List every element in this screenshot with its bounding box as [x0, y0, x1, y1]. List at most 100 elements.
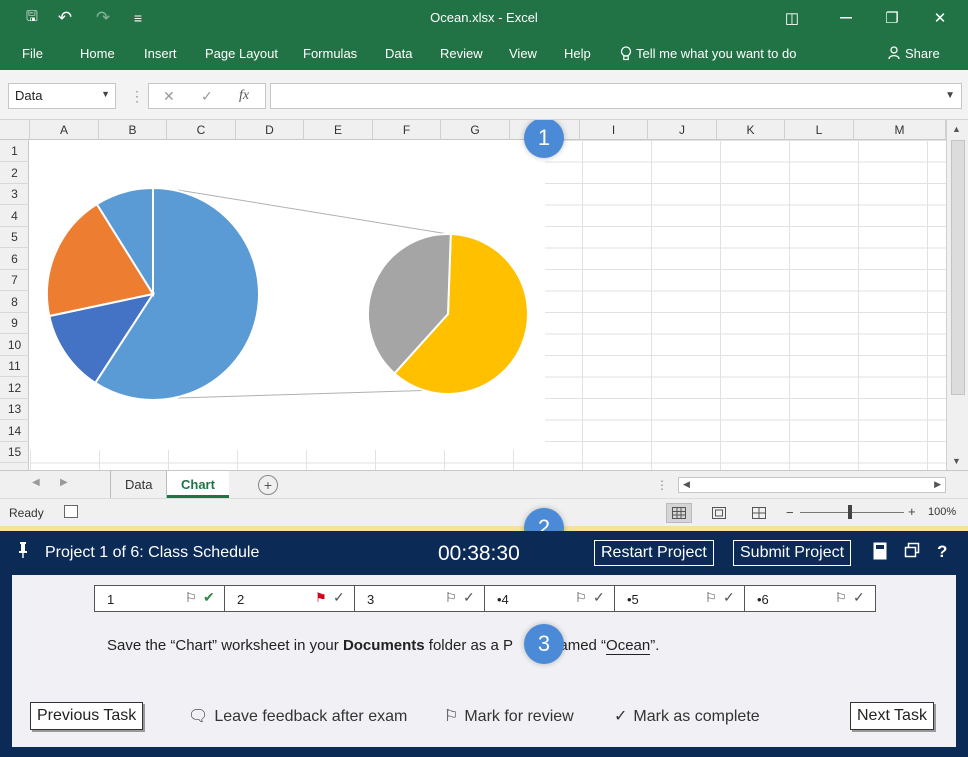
- column-header-m[interactable]: M: [854, 120, 946, 140]
- leave-feedback-link[interactable]: 🗨 Leave feedback after exam: [188, 706, 407, 726]
- row-header-1[interactable]: 1: [0, 140, 29, 162]
- checkmark-icon[interactable]: ✓: [333, 589, 345, 606]
- tab-page-layout[interactable]: Page Layout: [205, 46, 278, 61]
- tell-me-box[interactable]: Tell me what you want to do: [620, 46, 796, 61]
- flag-icon[interactable]: ⚑: [315, 590, 327, 606]
- task-tab-3[interactable]: 3 ⚐ ✓: [355, 586, 485, 611]
- window-toggle-icon[interactable]: [904, 542, 920, 563]
- flag-icon[interactable]: ⚐: [185, 590, 197, 606]
- column-header-g[interactable]: G: [441, 120, 510, 140]
- restore-icon[interactable]: ❐: [878, 6, 906, 30]
- row-header-3[interactable]: 3: [0, 183, 29, 205]
- column-header-a[interactable]: A: [30, 120, 99, 140]
- task-tab-4[interactable]: •4 ⚐ ✓: [485, 586, 615, 611]
- calculator-icon[interactable]: [873, 542, 887, 565]
- tab-home[interactable]: Home: [80, 46, 115, 61]
- horizontal-scrollbar[interactable]: ◀ ▶: [678, 477, 946, 493]
- tab-data[interactable]: Data: [385, 46, 412, 61]
- task-tab-2[interactable]: 2 ⚑ ✓: [225, 586, 355, 611]
- row-header-6[interactable]: 6: [0, 248, 29, 270]
- tab-help[interactable]: Help: [564, 46, 591, 61]
- scroll-left-icon[interactable]: ◀: [683, 479, 690, 490]
- row-header-12[interactable]: 12: [0, 377, 29, 399]
- vertical-scrollbar[interactable]: ▲ ▼: [946, 120, 968, 470]
- prev-sheet-icon[interactable]: ◀: [32, 477, 40, 488]
- column-header-i[interactable]: I: [580, 120, 648, 140]
- tab-insert[interactable]: Insert: [144, 46, 177, 61]
- row-header-15[interactable]: 15: [0, 441, 29, 463]
- select-all-corner[interactable]: [0, 120, 30, 140]
- chevron-down-icon[interactable]: ▼: [101, 89, 110, 99]
- zoom-out-button[interactable]: −: [786, 505, 794, 520]
- page-layout-view-icon[interactable]: [706, 503, 732, 523]
- enter-icon[interactable]: ✓: [201, 88, 213, 105]
- minimize-icon[interactable]: [832, 6, 860, 30]
- zoom-in-button[interactable]: +: [908, 504, 916, 519]
- row-header-2[interactable]: 2: [0, 162, 29, 184]
- close-icon[interactable]: ✕: [926, 6, 954, 30]
- flag-icon[interactable]: ⚐: [835, 590, 847, 606]
- macro-recording-icon[interactable]: [64, 505, 78, 518]
- row-header-13[interactable]: 13: [0, 398, 29, 420]
- next-task-button[interactable]: Next Task: [850, 702, 934, 730]
- flag-icon[interactable]: ⚐: [705, 590, 717, 606]
- row-header-14[interactable]: 14: [0, 420, 29, 442]
- add-sheet-icon[interactable]: +: [258, 475, 278, 495]
- task-tab-1[interactable]: 1 ⚐ ✔: [95, 586, 225, 611]
- insert-function-icon[interactable]: fx: [239, 88, 249, 104]
- restart-project-button[interactable]: Restart Project: [594, 540, 714, 566]
- normal-view-icon[interactable]: [666, 503, 692, 523]
- mark-as-complete-link[interactable]: ✓ Mark as complete: [614, 706, 760, 726]
- zoom-slider[interactable]: [800, 512, 904, 513]
- name-box[interactable]: Data ▼: [8, 83, 116, 109]
- column-header-k[interactable]: K: [717, 120, 785, 140]
- column-header-b[interactable]: B: [99, 120, 167, 140]
- checkmark-icon[interactable]: ✔: [203, 589, 215, 606]
- zoom-level[interactable]: 100%: [928, 506, 956, 518]
- expand-formula-icon[interactable]: ▼: [945, 90, 955, 101]
- flag-icon[interactable]: ⚐: [445, 590, 457, 606]
- row-header-4[interactable]: 4: [0, 205, 29, 227]
- column-header-j[interactable]: J: [648, 120, 717, 140]
- checkmark-icon[interactable]: ✓: [723, 589, 735, 606]
- checkmark-icon[interactable]: ✓: [593, 589, 605, 606]
- tab-formulas[interactable]: Formulas: [303, 46, 357, 61]
- sheet-tab-chart[interactable]: Chart: [167, 471, 229, 498]
- tab-file[interactable]: File: [22, 46, 43, 61]
- instruction-filename[interactable]: Ocean: [606, 637, 651, 655]
- tab-splitter-icon[interactable]: ⋮: [656, 478, 668, 492]
- checkmark-icon[interactable]: ✓: [463, 589, 475, 606]
- scroll-right-icon[interactable]: ▶: [934, 479, 941, 490]
- pie-of-pie-chart[interactable]: [30, 140, 545, 450]
- flag-icon[interactable]: ⚐: [575, 590, 587, 606]
- ribbon-display-icon[interactable]: ◫: [778, 6, 806, 30]
- scroll-up-icon[interactable]: ▲: [952, 124, 961, 134]
- row-header-11[interactable]: 11: [0, 355, 29, 377]
- row-header-5[interactable]: 5: [0, 226, 29, 248]
- row-header-9[interactable]: 9: [0, 312, 29, 334]
- column-header-d[interactable]: D: [236, 120, 304, 140]
- row-header-7[interactable]: 7: [0, 269, 29, 291]
- tab-view[interactable]: View: [509, 46, 537, 61]
- row-header-8[interactable]: 8: [0, 291, 29, 313]
- previous-task-button[interactable]: Previous Task: [30, 702, 144, 730]
- checkmark-icon[interactable]: ✓: [853, 589, 865, 606]
- page-break-view-icon[interactable]: [746, 503, 772, 523]
- row-header-10[interactable]: 10: [0, 334, 29, 356]
- column-header-l[interactable]: L: [785, 120, 854, 140]
- zoom-slider-thumb[interactable]: [848, 505, 852, 519]
- column-header-f[interactable]: F: [373, 120, 441, 140]
- mark-for-review-link[interactable]: ⚐ Mark for review: [444, 706, 574, 726]
- pin-icon[interactable]: [18, 541, 28, 564]
- cancel-icon[interactable]: ✕: [163, 88, 175, 105]
- help-icon[interactable]: ?: [937, 542, 947, 562]
- sheet-tab-data[interactable]: Data: [110, 471, 168, 498]
- scroll-down-icon[interactable]: ▼: [952, 456, 961, 466]
- task-tab-6[interactable]: •6 ⚐ ✓: [745, 586, 875, 611]
- column-header-e[interactable]: E: [304, 120, 373, 140]
- tab-review[interactable]: Review: [440, 46, 483, 61]
- submit-project-button[interactable]: Submit Project: [733, 540, 852, 566]
- share-button[interactable]: Share: [888, 46, 940, 61]
- next-sheet-icon[interactable]: ▶: [60, 477, 68, 488]
- scroll-thumb[interactable]: [951, 140, 965, 395]
